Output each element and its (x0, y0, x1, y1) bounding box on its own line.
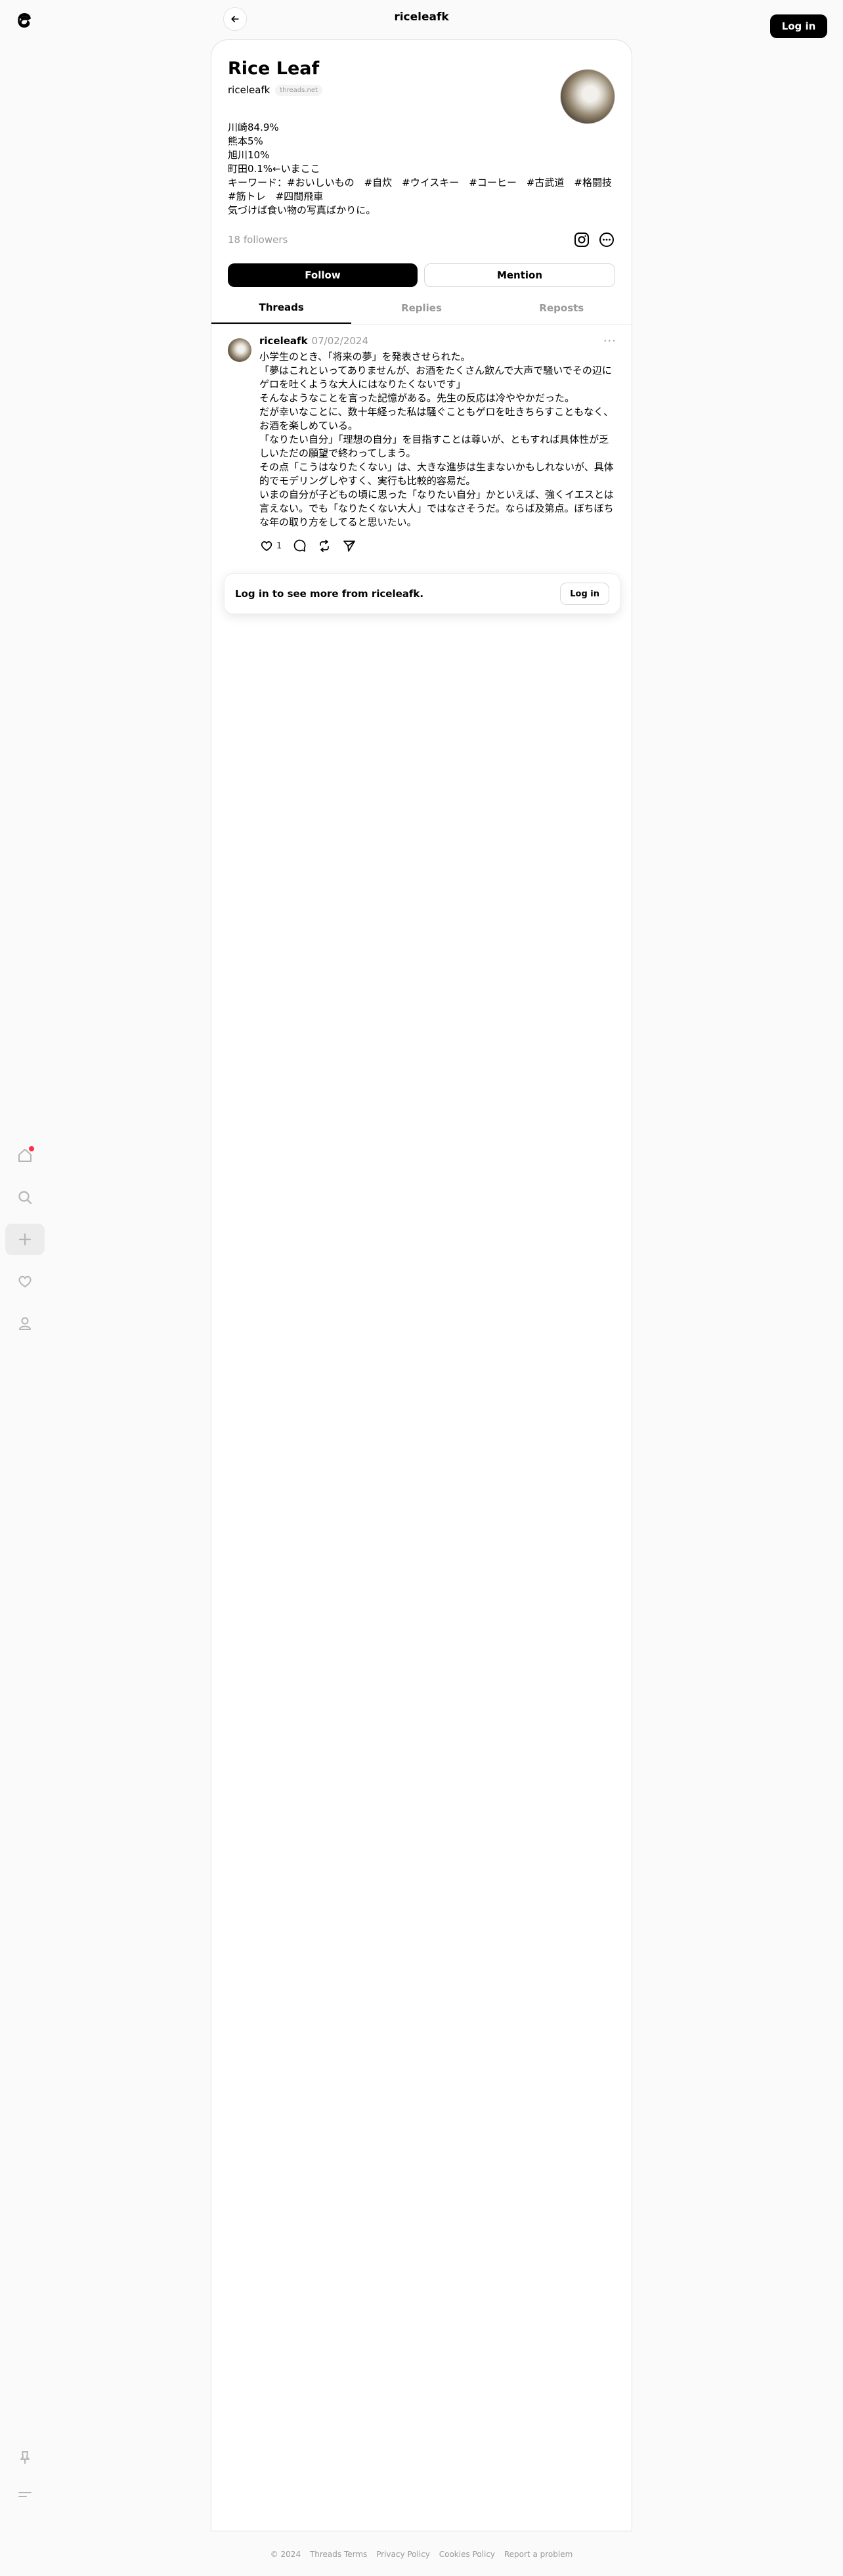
post-username[interactable]: riceleafk (259, 335, 308, 347)
post-line: な年の取り方をしてると思いたい。 (259, 516, 417, 528)
search-icon (18, 1191, 32, 1205)
login-prompt-text: Log in to see more from riceleafk. (235, 588, 424, 600)
menu-icon (18, 2492, 32, 2497)
nav-profile[interactable] (5, 1308, 45, 1339)
heart-icon (261, 541, 272, 552)
domain-badge: threads.net (275, 84, 322, 96)
profile-name: Rice Leaf (228, 58, 320, 79)
followers-row: 18 followers (228, 231, 615, 249)
footer-copyright: © 2024 (270, 2550, 301, 2559)
post-line: だが幸いなことに、数十年経った私は騒ぐこともゲロを吐きちらすこともなく、 (259, 406, 614, 418)
repost-icon (320, 539, 330, 552)
bio-line: 川崎84.9% (228, 122, 279, 133)
heart-icon (18, 1276, 32, 1288)
side-nav (5, 1140, 45, 1350)
profile-handle: riceleafk (228, 84, 270, 96)
nav-search[interactable] (5, 1182, 45, 1213)
avatar[interactable] (560, 69, 615, 124)
footer-cookies-link[interactable]: Cookies Policy (439, 2550, 495, 2559)
post-line: 小学生のとき、「将来の夢」を発表させられた。 (259, 351, 471, 363)
login-button[interactable]: Log in (770, 14, 827, 38)
post-header: riceleafk 07/02/2024 ··· (259, 333, 616, 349)
bio-line: #筋トレ #四間飛車 (228, 190, 324, 202)
profile-tabs: Threads Replies Reposts (211, 292, 632, 324)
more-options-icon[interactable] (598, 231, 615, 248)
profile-bio: 川崎84.9% 熊本5% 旭川10% 町田0.1%←いまここ キーワード：#おい… (228, 121, 615, 217)
post-line: 的でモデリングしやすく、実行も比較的容易だ。 (259, 475, 476, 487)
footer: © 2024 Threads Terms Privacy Policy Cook… (0, 2550, 843, 2559)
plus-icon (18, 1233, 32, 1246)
footer-terms-link[interactable]: Threads Terms (310, 2550, 367, 2559)
notification-dot (29, 1146, 34, 1151)
bio-line: 町田0.1%←いまここ (228, 163, 320, 175)
post-actions: 1 (259, 537, 616, 554)
profile-header: Rice Leaf riceleafk threads.net 川崎84.9% … (228, 58, 615, 287)
post-line: その点「こうはなりたくない」は、大きな進歩は生まないかもしれないが、具体 (259, 461, 614, 473)
tab-replies[interactable]: Replies (351, 292, 491, 324)
reply-button[interactable] (292, 539, 307, 553)
profile-column: Rice Leaf riceleafk threads.net 川崎84.9% … (211, 39, 632, 2531)
post-date: 07/02/2024 (311, 335, 369, 347)
login-card-button[interactable]: Log in (560, 583, 609, 605)
bio-line: キーワード：#おいしいもの #自炊 #ウイスキー #コーヒー #古武道 #格闘技 (228, 177, 612, 189)
nav-home[interactable] (5, 1140, 45, 1171)
person-icon (19, 1317, 31, 1330)
post-line: 「夢はこれといってありませんが、お酒をたくさん飲んで大声で騒いでその辺に (259, 365, 612, 376)
follow-button[interactable]: Follow (228, 263, 418, 287)
post-line: いまの自分が子どもの頃に思った「なりたい自分」かといえば、強くイエスとは (259, 489, 614, 500)
nav-pin[interactable] (5, 2442, 45, 2474)
footer-report-link[interactable]: Report a problem (504, 2550, 573, 2559)
pin-icon (20, 2451, 30, 2464)
repost-button[interactable] (317, 539, 332, 553)
tab-reposts[interactable]: Reposts (492, 292, 632, 324)
bio-line: 熊本5% (228, 135, 263, 147)
mention-button[interactable]: Mention (424, 263, 615, 287)
instagram-icon[interactable] (573, 231, 590, 248)
like-button[interactable]: 1 (259, 539, 282, 553)
side-nav-bottom (5, 2442, 45, 2516)
handle-row: riceleafk threads.net (228, 84, 615, 96)
post-more-icon[interactable]: ··· (603, 334, 616, 348)
post-line: そんなようなことを言った記憶がある。先生の反応は冷ややかだった。 (259, 392, 575, 404)
share-button[interactable] (342, 539, 357, 553)
footer-privacy-link[interactable]: Privacy Policy (376, 2550, 430, 2559)
post-line: しいただの願望で終わってしまう。 (259, 447, 416, 459)
post-avatar[interactable] (228, 338, 251, 362)
nav-menu[interactable] (5, 2479, 45, 2510)
followers-count[interactable]: 18 followers (228, 234, 288, 246)
thread-post[interactable]: riceleafk 07/02/2024 ··· 小学生のとき、「将来の夢」を発… (228, 333, 616, 554)
nav-activity[interactable] (5, 1266, 45, 1297)
post-line: お酒を楽しめている。 (259, 420, 358, 432)
login-prompt-card: Log in to see more from riceleafk. Log i… (224, 573, 620, 614)
tab-threads[interactable]: Threads (211, 292, 352, 324)
page-title: riceleafk (394, 11, 449, 24)
comment-icon (294, 539, 306, 552)
like-count: 1 (276, 541, 282, 551)
profile-actions: Follow Mention (228, 263, 615, 287)
post-text: 小学生のとき、「将来の夢」を発表させられた。 「夢はこれといってありませんが、お… (259, 350, 616, 529)
nav-create[interactable] (5, 1224, 45, 1255)
post-body: riceleafk 07/02/2024 ··· 小学生のとき、「将来の夢」を発… (259, 333, 616, 554)
social-icons (573, 231, 615, 248)
bio-line: 気づけば食い物の写真ばかりに。 (228, 204, 376, 216)
post-line: 「なりたい自分」「理想の自分」を目指すことは尊いが、ともすれば具体性が乏 (259, 433, 609, 445)
send-icon (343, 541, 356, 552)
bio-line: 旭川10% (228, 149, 270, 161)
post-line: ゲロを吐くような大人にはなりたくないです」 (259, 378, 466, 390)
post-line: 言えない。でも「なりたくない大人」ではなさそうだ。ならば及第点。ぼちぼち (259, 502, 614, 514)
